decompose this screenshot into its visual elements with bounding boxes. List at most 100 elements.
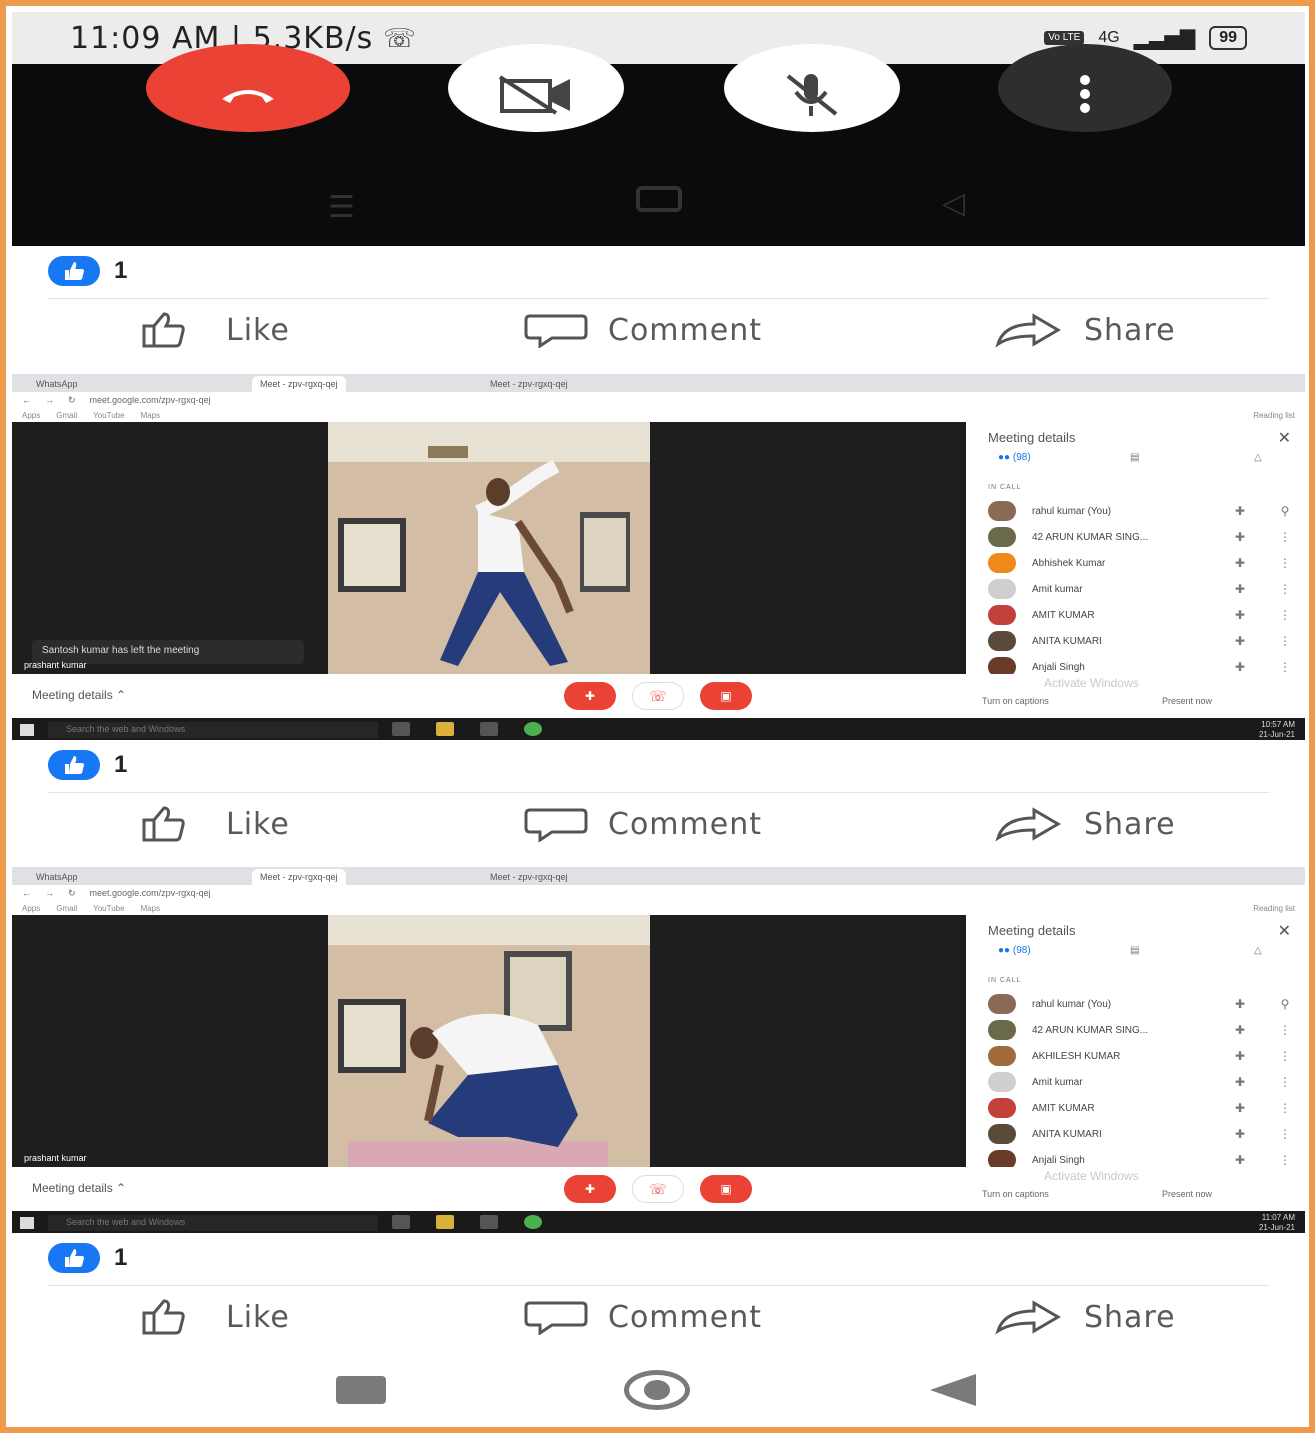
meet-leave-button[interactable]: ☏ — [632, 682, 684, 710]
back-icon[interactable]: ◁ — [942, 186, 965, 221]
camera-off-button[interactable] — [448, 44, 624, 132]
address-bar[interactable]: ← → ↻ meet.google.com/zpv-rgxq-qej — [12, 392, 1305, 408]
participant-row[interactable]: rahul kumar (You) ✚ ⚲ — [966, 991, 1305, 1017]
comment-button[interactable]: Comment — [524, 806, 762, 842]
bookmark-youtube[interactable]: YouTube — [93, 904, 124, 913]
bookmark-apps[interactable]: Apps — [22, 904, 40, 913]
chat-tab[interactable]: ▤ — [1130, 945, 1139, 956]
participant-row[interactable]: ANITA KUMARI ✚ ⋮ — [966, 1121, 1305, 1147]
reload-icon[interactable]: ↻ — [68, 888, 76, 899]
meet-camera-button[interactable]: ▣ — [700, 1175, 752, 1203]
participant-row[interactable]: Abhishek Kumar ✚ ⋮ — [966, 550, 1305, 576]
url-text[interactable]: meet.google.com/zpv-rgxq-qej — [90, 888, 211, 898]
participant-row[interactable]: Amit kumar ✚ ⋮ — [966, 576, 1305, 602]
captions-button[interactable]: Turn on captions — [982, 1189, 1049, 1199]
tab-whatsapp[interactable]: WhatsApp — [28, 869, 86, 885]
more-vertical-icon[interactable]: ⋮ — [1265, 608, 1305, 622]
task-view-icon[interactable] — [392, 1215, 410, 1229]
home-icon[interactable] — [636, 186, 682, 212]
present-button[interactable]: Present now — [1162, 696, 1212, 706]
file-explorer-icon[interactable] — [436, 722, 454, 736]
reactions-summary[interactable]: 1 — [48, 256, 127, 286]
more-vertical-icon[interactable]: ⋮ — [1265, 1023, 1305, 1037]
reading-list[interactable]: Reading list — [1253, 411, 1295, 420]
close-icon[interactable]: ✕ — [1278, 428, 1291, 448]
meet-leave-button[interactable]: ☏ — [632, 1175, 684, 1203]
participant-row[interactable]: AMIT KUMAR ✚ ⋮ — [966, 602, 1305, 628]
tab-meet[interactable]: Meet - zpv-rgxq-qej — [482, 376, 576, 392]
tab-meet-active[interactable]: Meet - zpv-rgxq-qej — [252, 376, 346, 392]
chrome-icon[interactable] — [524, 722, 542, 736]
participant-row[interactable]: Amit kumar ✚ ⋮ — [966, 1069, 1305, 1095]
pin-icon[interactable]: ⚲ — [1265, 504, 1305, 518]
more-vertical-icon[interactable]: ⋮ — [1265, 634, 1305, 648]
participant-row[interactable]: 42 ARUN KUMAR SING... ✚ ⋮ — [966, 1017, 1305, 1043]
file-explorer-icon[interactable] — [436, 1215, 454, 1229]
mic-off-button[interactable] — [724, 44, 900, 132]
home-button[interactable] — [624, 1370, 690, 1410]
taskbar-search[interactable]: Search the web and Windows — [48, 1215, 378, 1231]
share-button[interactable]: Share — [994, 312, 1176, 348]
participant-row[interactable]: 42 ARUN KUMAR SING... ✚ ⋮ — [966, 524, 1305, 550]
more-vertical-icon[interactable]: ⋮ — [1265, 1049, 1305, 1063]
like-button[interactable]: Like — [140, 806, 290, 842]
more-vertical-icon[interactable]: ⋮ — [1265, 556, 1305, 570]
people-tab[interactable]: ●● (98) — [998, 945, 1031, 956]
recent-apps-button[interactable] — [336, 1376, 386, 1404]
more-vertical-icon[interactable]: ⋮ — [1265, 660, 1305, 674]
comment-button[interactable]: Comment — [524, 312, 762, 348]
tab-meet[interactable]: Meet - zpv-rgxq-qej — [482, 869, 576, 885]
share-button[interactable]: Share — [994, 806, 1176, 842]
end-call-button[interactable] — [146, 44, 350, 132]
activities-tab[interactable]: △ — [1254, 452, 1262, 463]
share-button[interactable]: Share — [994, 1299, 1176, 1335]
activities-tab[interactable]: △ — [1254, 945, 1262, 956]
tab-whatsapp[interactable]: WhatsApp — [28, 376, 86, 392]
meet-camera-button[interactable]: ▣ — [700, 682, 752, 710]
bookmark-gmail[interactable]: Gmail — [56, 904, 77, 913]
participant-row[interactable]: rahul kumar (You) ✚ ⚲ — [966, 498, 1305, 524]
more-options-button[interactable] — [998, 44, 1172, 132]
reading-list[interactable]: Reading list — [1253, 904, 1295, 913]
meet-mic-button[interactable]: ✚ — [564, 1175, 616, 1203]
more-vertical-icon[interactable]: ⋮ — [1265, 582, 1305, 596]
more-vertical-icon[interactable]: ⋮ — [1265, 1153, 1305, 1167]
reactions-summary[interactable]: 1 — [48, 1243, 127, 1273]
more-vertical-icon[interactable]: ⋮ — [1265, 1075, 1305, 1089]
chat-tab[interactable]: ▤ — [1130, 452, 1139, 463]
bookmark-gmail[interactable]: Gmail — [56, 411, 77, 420]
meeting-details-toggle[interactable]: Meeting details ⌃ — [32, 1181, 126, 1195]
store-icon[interactable] — [480, 1215, 498, 1229]
people-tab[interactable]: ●● (98) — [998, 452, 1031, 463]
address-bar[interactable]: ← → ↻ meet.google.com/zpv-rgxq-qej — [12, 885, 1305, 901]
windows-start-icon[interactable] — [20, 724, 34, 736]
participant-row[interactable]: AMIT KUMAR ✚ ⋮ — [966, 1095, 1305, 1121]
bookmark-youtube[interactable]: YouTube — [93, 411, 124, 420]
more-vertical-icon[interactable]: ⋮ — [1265, 530, 1305, 544]
meeting-details-toggle[interactable]: Meeting details ⌃ — [32, 688, 126, 702]
reactions-summary[interactable]: 1 — [48, 750, 127, 780]
more-vertical-icon[interactable]: ⋮ — [1265, 1101, 1305, 1115]
url-text[interactable]: meet.google.com/zpv-rgxq-qej — [90, 395, 211, 405]
close-icon[interactable]: ✕ — [1278, 921, 1291, 941]
more-vertical-icon[interactable]: ⋮ — [1265, 1127, 1305, 1141]
meet-mic-button[interactable]: ✚ — [564, 682, 616, 710]
present-button[interactable]: Present now — [1162, 1189, 1212, 1199]
bookmark-maps[interactable]: Maps — [141, 411, 161, 420]
pin-icon[interactable]: ⚲ — [1265, 997, 1305, 1011]
reload-icon[interactable]: ↻ — [68, 395, 76, 406]
captions-button[interactable]: Turn on captions — [982, 696, 1049, 706]
participant-row[interactable]: ANITA KUMARI ✚ ⋮ — [966, 628, 1305, 654]
forward-arrow-icon[interactable]: → — [45, 395, 54, 405]
back-arrow-icon[interactable]: ← — [22, 395, 31, 405]
like-button[interactable]: Like — [140, 312, 290, 348]
task-view-icon[interactable] — [392, 722, 410, 736]
back-button[interactable] — [930, 1374, 976, 1406]
participant-row[interactable]: AKHILESH KUMAR ✚ ⋮ — [966, 1043, 1305, 1069]
taskbar-search[interactable]: Search the web and Windows — [48, 722, 378, 738]
forward-arrow-icon[interactable]: → — [45, 888, 54, 898]
like-button[interactable]: Like — [140, 1299, 290, 1335]
tab-meet-active[interactable]: Meet - zpv-rgxq-qej — [252, 869, 346, 885]
bookmark-maps[interactable]: Maps — [141, 904, 161, 913]
bookmark-apps[interactable]: Apps — [22, 411, 40, 420]
